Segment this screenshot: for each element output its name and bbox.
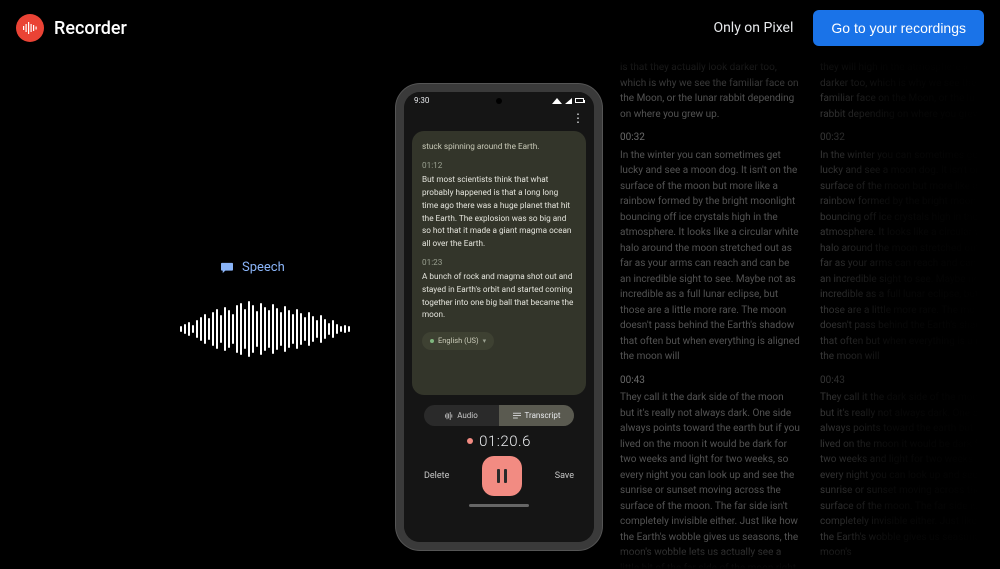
go-to-recordings-button[interactable]: Go to your recordings bbox=[813, 10, 984, 46]
delete-button[interactable]: Delete bbox=[424, 471, 449, 481]
transcript-tab[interactable]: Transcript bbox=[499, 405, 574, 426]
bg-text: is that they actually look darker too, w… bbox=[620, 60, 800, 122]
signal-icon bbox=[565, 98, 572, 104]
recorder-logo-icon bbox=[16, 14, 44, 42]
bg-column: they will high in the atmosphere looking… bbox=[820, 60, 1000, 569]
transcript-fragment: stuck spinning around the Earth. bbox=[422, 141, 576, 154]
recording-indicator: 01:20.6 bbox=[404, 432, 594, 450]
recording-time: 01:20.6 bbox=[479, 432, 531, 450]
audio-tab-label: Audio bbox=[457, 411, 478, 420]
controls-row: Delete Save bbox=[404, 450, 594, 500]
language-label: English (US) bbox=[438, 335, 479, 347]
camera-hole bbox=[496, 98, 502, 104]
audio-icon bbox=[445, 412, 453, 420]
logo[interactable]: Recorder bbox=[16, 14, 127, 42]
phone-screen: 9:30 ⋮ stuck spinning around the Earth. … bbox=[404, 92, 594, 542]
pause-icon bbox=[497, 469, 507, 483]
battery-icon bbox=[575, 98, 584, 103]
transcript-paragraph: A bunch of rock and magma shot out and s… bbox=[422, 271, 576, 322]
transcript-icon bbox=[513, 412, 521, 420]
bg-timestamp: 00:43 bbox=[620, 373, 800, 389]
transcript-tab-label: Transcript bbox=[525, 411, 561, 420]
speech-label: Speech bbox=[220, 260, 350, 275]
mode-toggle: Audio Transcript bbox=[424, 405, 574, 426]
bg-text: They call it the dark side of the moon b… bbox=[620, 390, 800, 569]
bg-text: they will high in the atmosphere looking… bbox=[820, 60, 1000, 122]
speech-icon bbox=[220, 262, 234, 274]
bg-timestamp: 00:43 bbox=[820, 373, 1000, 389]
bg-timestamp: 00:32 bbox=[820, 130, 1000, 146]
language-status-dot bbox=[430, 339, 434, 343]
save-button[interactable]: Save bbox=[555, 471, 574, 481]
more-icon[interactable]: ⋮ bbox=[572, 111, 584, 125]
bg-text: They call it the dark side of the moon b… bbox=[820, 390, 1000, 561]
bg-timestamp: 00:32 bbox=[620, 130, 800, 146]
background-transcript: is that they actually look darker too, w… bbox=[620, 60, 1000, 569]
app-name: Recorder bbox=[54, 18, 127, 39]
phone-mock: 9:30 ⋮ stuck spinning around the Earth. … bbox=[396, 84, 602, 550]
chevron-down-icon: ▾ bbox=[483, 336, 487, 347]
timestamp: 01:23 bbox=[422, 257, 576, 270]
pixel-only-text: Only on Pixel bbox=[713, 20, 793, 36]
bg-text: In the winter you can sometimes get luck… bbox=[620, 148, 800, 365]
recording-dot-icon bbox=[467, 438, 473, 444]
header-right: Only on Pixel Go to your recordings bbox=[713, 10, 984, 46]
transcript-panel[interactable]: stuck spinning around the Earth. 01:12 B… bbox=[412, 131, 586, 395]
status-time: 9:30 bbox=[414, 96, 429, 105]
fade-overlay-left bbox=[0, 56, 120, 569]
bg-text: In the winter you can sometimes get luck… bbox=[820, 148, 1000, 365]
wifi-icon bbox=[552, 98, 562, 104]
transcript-paragraph: But most scientists think that what prob… bbox=[422, 174, 576, 250]
audio-tab[interactable]: Audio bbox=[424, 405, 499, 426]
app-header: Recorder Only on Pixel Go to your record… bbox=[0, 0, 1000, 56]
speech-label-text: Speech bbox=[242, 260, 285, 275]
language-chip[interactable]: English (US) ▾ bbox=[422, 332, 494, 350]
speech-area: Speech bbox=[180, 260, 350, 359]
app-toolbar: ⋮ bbox=[404, 109, 594, 129]
waveform bbox=[180, 299, 350, 359]
bg-column: is that they actually look darker too, w… bbox=[620, 60, 800, 569]
home-indicator bbox=[469, 504, 529, 507]
pause-button[interactable] bbox=[482, 456, 522, 496]
timestamp: 01:12 bbox=[422, 160, 576, 173]
